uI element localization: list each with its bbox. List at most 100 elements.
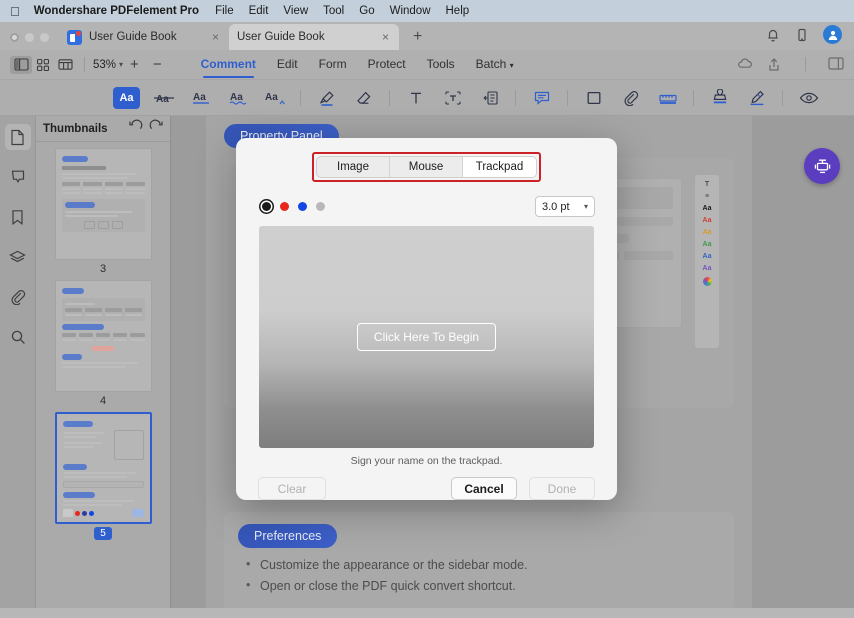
status-bar (0, 608, 854, 618)
thumbnails-header: Thumbnails (36, 116, 170, 142)
strikethrough-text-icon[interactable]: Aa (150, 87, 177, 109)
tab-label: User Guide Book (89, 31, 177, 43)
sidebar-item-thumbnails[interactable] (4, 124, 31, 150)
page-thumbnail-selected[interactable] (54, 412, 152, 524)
color-swatch-blue[interactable] (298, 202, 307, 211)
rotate-right-icon[interactable] (149, 119, 163, 138)
measure-ruler-icon[interactable] (654, 87, 681, 109)
cloud-icon[interactable] (737, 57, 753, 73)
page-thumbnail[interactable] (54, 148, 152, 260)
section-badge: Preferences (238, 524, 338, 548)
eraser-icon[interactable] (350, 87, 377, 109)
text-box-icon[interactable] (439, 87, 466, 109)
tab-image[interactable]: Image (317, 157, 390, 177)
right-panel-toggle-icon[interactable] (828, 56, 844, 73)
grid-view-icon[interactable] (32, 56, 54, 74)
tab-comment[interactable]: Comment (201, 57, 256, 78)
zoom-out-button[interactable]: − (146, 57, 169, 72)
menu-item-tool[interactable]: Tool (323, 5, 344, 17)
tab-user-guide-book-2[interactable]: User Guide Book × (229, 24, 399, 50)
sidebar-item-layers[interactable] (5, 244, 31, 270)
window-traffic-lights (0, 33, 59, 50)
pen-size-value: 3.0 pt (542, 200, 570, 213)
tab-tools[interactable]: Tools (427, 57, 455, 73)
segmented-control-highlight: Image Mouse Trackpad (312, 152, 541, 182)
maximize-window-button[interactable] (40, 33, 49, 42)
comment-bubble-icon[interactable] (528, 87, 555, 109)
close-icon[interactable]: × (210, 30, 221, 44)
color-swatch-gray[interactable] (316, 202, 325, 211)
color-orange-icon: Aa (702, 229, 712, 236)
sidebar-item-search[interactable] (5, 324, 31, 350)
menu-item-file[interactable]: File (215, 5, 234, 17)
stamp-icon[interactable] (706, 87, 733, 109)
text-tool-icon[interactable] (402, 87, 429, 109)
color-swatch-black[interactable] (262, 202, 271, 211)
ai-assistant-floating-button[interactable] (804, 148, 840, 184)
page-number: 3 (99, 263, 107, 275)
tab-user-guide-book-1[interactable]: User Guide Book × (59, 24, 229, 50)
caret-insert-text-icon[interactable]: Aa (261, 87, 288, 109)
list-item[interactable]: 5 (36, 412, 170, 540)
tab-trackpad[interactable]: Trackpad (463, 157, 536, 177)
pen-size-dropdown[interactable]: 3.0 pt ▾ (535, 196, 595, 217)
page-number-selected: 5 (94, 527, 112, 540)
minimize-window-button[interactable] (25, 33, 34, 42)
share-icon[interactable] (767, 57, 783, 73)
tab-mouse[interactable]: Mouse (390, 157, 463, 177)
tab-form[interactable]: Form (319, 57, 347, 73)
sidebar-item-comments[interactable] (5, 164, 31, 190)
sidebar-item-bookmarks[interactable] (5, 204, 31, 230)
done-button[interactable]: Done (529, 477, 595, 500)
squiggly-underline-text-icon[interactable]: Aa (224, 87, 251, 109)
sticky-note-text-icon[interactable] (476, 87, 503, 109)
tab-bar: User Guide Book × User Guide Book × + (0, 22, 854, 50)
tab-edit[interactable]: Edit (277, 57, 298, 73)
attachment-clip-icon[interactable] (617, 87, 644, 109)
tab-bar-actions (765, 25, 854, 50)
signature-pen-icon[interactable] (743, 87, 770, 109)
application-window:  Wondershare PDFelement Pro File Edit V… (0, 0, 854, 618)
sidebar-item-attachments[interactable] (5, 284, 31, 310)
thumbnail-list: 3 4 5 (36, 142, 170, 618)
page-thumbnail[interactable] (54, 280, 152, 392)
app-name-label: Wondershare PDFelement Pro (24, 5, 199, 17)
svg-text:Aa: Aa (156, 94, 169, 105)
close-icon[interactable]: × (380, 30, 391, 44)
menu-item-view[interactable]: View (283, 5, 308, 17)
show-comments-eye-icon[interactable] (795, 87, 822, 109)
menu-item-help[interactable]: Help (446, 5, 470, 17)
list-item[interactable]: 3 (36, 148, 170, 275)
menu-item-window[interactable]: Window (390, 5, 431, 17)
page-number: 4 (99, 395, 107, 407)
bell-icon[interactable] (765, 27, 781, 43)
cancel-button[interactable]: Cancel (451, 477, 517, 500)
mobile-device-icon[interactable] (794, 27, 810, 43)
tab-protect[interactable]: Protect (368, 57, 406, 73)
highlight-text-icon[interactable]: Aa (113, 86, 140, 109)
rectangle-shape-icon[interactable] (580, 87, 607, 109)
underline-text-icon[interactable]: Aa (187, 87, 214, 109)
close-window-button[interactable] (10, 33, 19, 42)
mini-text-style-rail: T ≡ Aa Aa Aa Aa Aa Aa (694, 174, 720, 349)
sidebar-toggle-icon[interactable] (10, 55, 32, 74)
menu-item-go[interactable]: Go (359, 5, 374, 17)
highlighter-pen-icon[interactable] (313, 87, 340, 109)
trackpad-signature-area[interactable]: Click Here To Begin (259, 226, 594, 448)
table-view-icon[interactable] (54, 56, 76, 74)
new-tab-button[interactable]: + (399, 28, 422, 50)
avatar[interactable] (823, 25, 842, 44)
signature-options-row: 3.0 pt ▾ (258, 196, 595, 217)
apple-logo-icon[interactable]:  (10, 5, 20, 18)
zoom-in-button[interactable]: + (123, 57, 146, 72)
color-swatch-red[interactable] (280, 202, 289, 211)
color-swatches (262, 202, 325, 211)
tab-batch[interactable]: Batch ▾ (476, 57, 514, 73)
menu-item-edit[interactable]: Edit (249, 5, 269, 17)
list-item[interactable]: 4 (36, 280, 170, 407)
rotate-left-icon[interactable] (129, 119, 143, 138)
panel-title: Thumbnails (43, 122, 108, 135)
click-here-to-begin-button[interactable]: Click Here To Begin (356, 323, 497, 351)
clear-button[interactable]: Clear (258, 477, 326, 500)
color-green-icon: Aa (702, 241, 712, 248)
